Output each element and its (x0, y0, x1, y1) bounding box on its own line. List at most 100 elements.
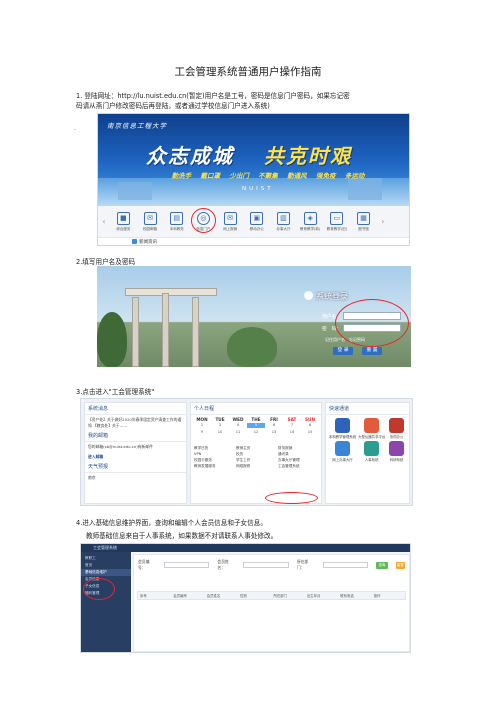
link-contacts[interactable]: 通讯录 (278, 452, 318, 457)
step4-line1: 4.进入基础信息维护界面，查询和编辑个人会员信息和子女信息。 (76, 519, 267, 527)
slogan-tag: 勤洗手 (171, 172, 192, 180)
system-message-heading: 系统消息 (85, 403, 186, 415)
link-union-system[interactable]: 工会管理系统 (278, 464, 318, 469)
app-icon (335, 441, 351, 456)
calendar-week: 2 3 4 5 6 7 8 (200, 423, 312, 428)
link-teaching-calendar[interactable]: 教学日历 (194, 446, 234, 451)
calendar-days: MON TUE WED THE FRI SAT SUN (196, 417, 315, 422)
tree (227, 327, 277, 367)
stray-dot: . (74, 125, 76, 132)
step2-text: 2.填写用户名及密码 (76, 258, 136, 266)
link-school-calendar[interactable]: 校历 (236, 452, 276, 457)
app-icon (364, 441, 380, 456)
nuist-brand: NUIST (242, 186, 274, 192)
shortcut-general-service[interactable]: ■ 综合服务 (110, 211, 137, 232)
quick-links: 教学日历 教师主页 财务报销 VPN 校历 通讯录 校园卡服务 学生工作 办事大… (191, 444, 321, 471)
mail-icon: ✉ (143, 211, 157, 225)
mailbox-heading: 我的邮箱 (85, 430, 186, 442)
query-button[interactable]: 查询 (376, 561, 388, 569)
department-select[interactable] (322, 562, 369, 568)
sidebar: 教职工 首页 基础信息维护 会员信息 子女信息 福利管理 (81, 552, 131, 652)
shortcut-campus-mail[interactable]: ✉ 校园邮箱 (137, 211, 164, 232)
chevron-left-icon[interactable]: ‹ (98, 217, 110, 226)
link-finance[interactable]: 财务报销 (278, 446, 318, 451)
link-service-hall-admin[interactable]: 办事大厅管理 (278, 458, 318, 463)
link-vpn[interactable]: VPN (194, 452, 234, 457)
library-icon: ▦ (357, 211, 371, 225)
app-research-system[interactable]: 科研系统 (387, 441, 406, 462)
slogan-right: 共克时艰 (264, 144, 352, 168)
enter-mailbox-link[interactable]: 进入邮箱 (85, 452, 186, 462)
link-campus-card[interactable]: 校园卡服务 (194, 458, 234, 463)
step1-line1: 1. 登陆网址：http://lu.nuist.edu.cn(暂定)用户名是工号… (76, 92, 350, 100)
user-name: 教职工 (85, 556, 96, 560)
app-icon (389, 418, 405, 433)
shortcut-teaching-new[interactable]: ◈ 教育教学(新) (297, 211, 324, 232)
middle-panel: 个人日程 MON TUE WED THE FRI SAT SUN 2 3 4 5… (190, 402, 322, 504)
member-name-input[interactable] (243, 562, 289, 568)
login-title: 系统登录 (316, 292, 348, 301)
link-network-repair[interactable]: 网络报修 (236, 464, 276, 469)
page-title: 工会管理系统普通用户操作指南 (174, 66, 322, 78)
filter-row: 会员编号： 会员姓名： 所在部门： 查询 重置 (138, 559, 406, 570)
service-icon: ■ (116, 211, 130, 225)
union-system-screenshot: 工会管理系统 教职工 首页 基础信息维护 会员信息 子女信息 福利管理 会员编号… (80, 543, 411, 653)
gate-pillar (192, 297, 199, 367)
app-grid: 本科教学管理系统 大型仪器共享平台 协同办公 网上办事大厅 人事系统 科研系统 (326, 415, 409, 465)
gate-pillar (132, 297, 139, 367)
gate-pillar (162, 293, 169, 367)
envelope-icon: ✉ (223, 211, 237, 225)
shortcut-undergrad-affairs[interactable]: ▤ 本科教务 (163, 211, 190, 232)
chevron-right-icon[interactable]: › (377, 217, 389, 226)
mailbox-text: 您的邮箱(sb@nuist.edu.cn)有新邮件 (88, 444, 153, 449)
highlight-circle (335, 299, 409, 347)
shortcut-info-portal[interactable]: ◎ 信息门户 (190, 207, 217, 233)
news-bar[interactable]: 新闻资讯 (98, 237, 409, 245)
app-undergrad-system[interactable]: 本科教学管理系统 (329, 418, 356, 439)
sidebar-item-home[interactable]: 首页 (81, 562, 131, 569)
system-message-text: 【资产处】关于做好2020年春季固定资产清查工作的通知 【教务处】关于…… (88, 417, 182, 428)
slogan-left: 众志成城 (146, 144, 234, 168)
app-icon (335, 418, 351, 433)
portal-banner: 南京信息工程大学 众志成城 共克时艰 勤洗手 戴口罩 少出门 不聚集 勤通风 强… (98, 114, 409, 206)
user-icon (304, 291, 313, 300)
highlight-circle (83, 578, 115, 600)
sidebar-item-basic-info[interactable]: 基础信息维护 (81, 569, 131, 576)
system-header: 工会管理系统 (81, 544, 410, 552)
app-instrument-share[interactable]: 大型仪器共享平台 (358, 418, 385, 439)
step4-line2: 教师基础信息来自于人事系统，如果数据不对请联系人事处修改。 (86, 532, 278, 540)
shortcut-mobile-office[interactable]: ▣ 移动办公 (243, 211, 270, 232)
link-teacher-development[interactable]: 教师发展服务 (194, 464, 234, 469)
app-hr-system[interactable]: 人事系统 (358, 441, 385, 462)
slogan-tag: 多运动 (344, 172, 365, 180)
shortcut-service-hall[interactable]: ▥ 办事大厅 (270, 211, 297, 232)
shortcut-bar: ‹ ■ 综合服务 ✉ 校园邮箱 ▤ 本科教务 ◎ 信息门户 ✉ 网上报销 ▣ 移… (98, 206, 409, 237)
office-icon: ▣ (250, 211, 264, 225)
weather-city: 南京 (88, 475, 96, 480)
quick-access-heading: 快速通道 (326, 403, 409, 415)
login-button[interactable]: 登 录 (333, 347, 353, 355)
member-id-input[interactable] (163, 562, 210, 568)
right-panel: 快速通道 本科教学管理系统 大型仪器共享平台 协同办公 网上办事大厅 人事系统 (325, 402, 410, 504)
banner-building (118, 182, 152, 200)
app-icon (389, 441, 405, 456)
reset-button[interactable]: 重置 (395, 561, 406, 569)
schedule-heading: 个人日程 (191, 403, 321, 415)
university-logo: 南京信息工程大学 (107, 122, 167, 130)
monitor-icon: ▭ (330, 211, 344, 225)
document-icon: ▤ (170, 211, 184, 225)
app-collab-office[interactable]: 协同办公 (387, 418, 406, 439)
shortcut-teaching-old[interactable]: ▭ 教育教学(旧) (324, 211, 351, 232)
link-teacher-home[interactable]: 教师主页 (236, 446, 276, 451)
shortcut-online-reimburse[interactable]: ✉ 网上报销 (217, 211, 244, 232)
slogan-tag: 少出门 (229, 172, 249, 180)
building-icon: ▥ (276, 211, 290, 225)
reset-button[interactable]: 重 置 (362, 347, 382, 355)
login-screenshot: 系统登录 用户名： 密 码： 记住用户名 忘记密码 登 录 重 置 (97, 266, 411, 367)
app-online-hall[interactable]: 网上办事大厅 (329, 441, 356, 462)
info-portal-screenshot: 系统消息 【资产处】关于做好2020年春季固定资产清查工作的通知 【教务处】关于… (80, 398, 413, 506)
shortcut-library[interactable]: ▦ 图书馆 (350, 211, 377, 232)
left-panel: 系统消息 【资产处】关于做好2020年春季固定资产清查工作的通知 【教务处】关于… (84, 402, 187, 504)
slogan-tag: 戴口罩 (200, 172, 221, 180)
link-student-work[interactable]: 学生工作 (236, 458, 276, 463)
